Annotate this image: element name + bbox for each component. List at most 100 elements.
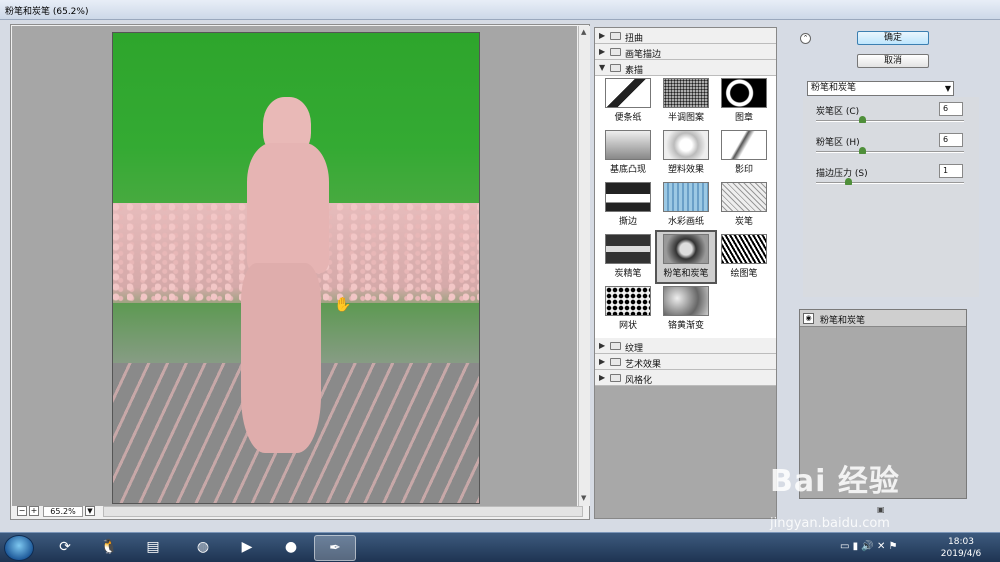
bas-relief-thumb [605,130,651,160]
system-tray-icons[interactable]: ▭ ▮ 🔊 ✕ ⚑ [840,541,897,552]
filter-gallery: ▶ 扭曲 ▶ 画笔描边 ▼ 素描 便条纸 半调图案 图章 基底凸现 塑料效果 影… [594,27,777,519]
preview-horizontal-scrollbar[interactable] [103,506,583,517]
param-label: 炭笔区 (C) [816,107,860,117]
category-distort[interactable]: ▶ 扭曲 [595,28,776,44]
category-label: 画笔描边 [625,50,662,60]
filter-label: 炭笔 [734,217,753,227]
filter-photocopy[interactable]: 影印 [715,128,773,180]
category-artistic[interactable]: ▶ 艺术效果 [595,354,776,370]
folder-icon [610,374,621,382]
stamp-thumb [721,78,767,108]
baidu-watermark: Bai 经验 jingyan.baidu.com [770,456,970,536]
filter-note-paper[interactable]: 便条纸 [599,76,657,128]
filter-bas-relief[interactable]: 基底凸现 [599,128,657,180]
slider-handle[interactable] [859,147,866,154]
folder-open-icon [610,64,621,72]
stroke-pressure-input[interactable]: 1 [939,164,963,178]
charcoal-area-slider[interactable] [816,120,964,122]
file-explorer-icon[interactable]: ▤ [132,535,174,561]
title-bar: 粉笔和炭笔 (65.2%) [0,0,1000,20]
filter-torn-edges[interactable]: 撕边 [599,180,657,232]
firefox-icon[interactable]: ◍ [182,535,224,561]
category-label: 艺术效果 [625,360,662,370]
filter-chalk-charcoal[interactable]: 粉笔和炭笔 [655,230,717,284]
clock[interactable]: 18:03 2019/4/6 [938,536,984,560]
video-app-icon[interactable]: ▶ [226,535,268,561]
charcoal-area-input[interactable]: 6 [939,102,963,116]
scroll-up-icon[interactable]: ▲ [581,28,586,36]
category-sketch[interactable]: ▼ 素描 [595,60,776,76]
filter-stamp[interactable]: 图章 [715,76,773,128]
preview-canvas[interactable]: ✋ [12,26,577,506]
chalk-area-input[interactable]: 6 [939,133,963,147]
folder-icon [610,32,621,40]
filter-charcoal[interactable]: 炭笔 [715,180,773,232]
filter-label: 粉笔和炭笔 [663,269,709,279]
category-brush-strokes[interactable]: ▶ 画笔描边 [595,44,776,60]
filter-water-paper[interactable]: 水彩画纸 [657,180,715,232]
filter-select-value: 粉笔和炭笔 [811,83,857,93]
qq-icon[interactable]: 🐧 [88,535,130,561]
chalk-charcoal-thumb [663,234,709,264]
folder-icon [610,358,621,366]
filter-reticulation[interactable]: 网状 [599,284,657,336]
note-paper-thumb [605,78,651,108]
filter-label: 绘图笔 [730,269,758,279]
category-texture[interactable]: ▶ 纹理 [595,338,776,354]
charcoal-thumb [721,182,767,212]
scroll-down-icon[interactable]: ▼ [581,494,586,502]
collapse-arrow-icon: ▼ [599,63,606,72]
filter-chrome[interactable]: 铬黄渐变 [657,284,715,336]
filter-label: 基底凸现 [609,165,646,175]
filter-label: 铬黄渐变 [667,321,704,331]
param-charcoal-area: 炭笔区 (C) 6 [803,99,979,129]
filter-conte-crayon[interactable]: 炭精笔 [599,232,657,284]
preview-image[interactable] [112,32,480,504]
param-label: 描边压力 (S) [816,169,868,179]
slider-handle[interactable] [845,178,852,185]
start-button[interactable] [4,535,34,561]
photoshop-task-icon[interactable]: ✒ [314,535,356,561]
eye-icon[interactable]: ◉ [803,313,814,324]
filter-label: 图章 [734,113,753,123]
chalk-area-slider[interactable] [816,151,964,153]
zoom-in-button[interactable]: + [29,506,39,516]
clock-date: 2019/4/6 [940,549,982,559]
stroke-pressure-slider[interactable] [816,182,964,184]
settings-panel: ⌃ 确定 取消 粉笔和炭笔 ▼ 炭笔区 (C) 6 粉笔区 (H) 6 描边压力… [797,27,985,517]
category-label: 风格化 [625,376,653,386]
water-paper-thumb [663,182,709,212]
halftone-thumb [663,78,709,108]
graphic-pen-thumb [721,234,767,264]
chevron-down-icon: ▼ [944,84,951,93]
zoom-dropdown-button[interactable]: ▼ [85,506,95,516]
filter-label: 塑料效果 [667,165,704,175]
filter-label: 网状 [618,321,637,331]
filter-graphic-pen[interactable]: 绘图笔 [715,232,773,284]
category-label: 纹理 [625,344,644,354]
filter-label: 半调图案 [667,113,704,123]
filter-halftone-pattern[interactable]: 半调图案 [657,76,715,128]
collapse-gallery-button[interactable]: ⌃ [800,33,811,44]
filter-plaster[interactable]: 塑料效果 [657,128,715,180]
cancel-button[interactable]: 取消 [857,54,929,68]
watermark-logo: Bai 经验 [770,464,900,499]
filter-label: 撕边 [618,217,637,227]
param-chalk-area: 粉笔区 (H) 6 [803,130,979,160]
ok-button[interactable]: 确定 [857,31,929,45]
sketch-filter-thumbnails: 便条纸 半调图案 图章 基底凸现 塑料效果 影印 撕边 水彩画纸 炭笔 炭精笔 … [595,76,776,338]
filter-label: 影印 [734,165,753,175]
category-stylize[interactable]: ▶ 风格化 [595,370,776,386]
reticulation-thumb [605,286,651,316]
preview-vertical-scrollbar[interactable]: ▲ ▼ [578,26,590,506]
slider-handle[interactable] [859,116,866,123]
torn-edges-thumb [605,182,651,212]
zoom-out-button[interactable]: − [17,506,27,516]
record-icon[interactable]: ● [270,535,312,561]
browser-360-icon[interactable]: ⟳ [44,535,86,561]
filter-select[interactable]: 粉笔和炭笔 ▼ [807,81,954,96]
conte-crayon-thumb [605,234,651,264]
expand-arrow-icon: ▶ [599,47,606,56]
expand-arrow-icon: ▶ [599,357,606,366]
effect-layer-row[interactable]: ◉ 粉笔和炭笔 [800,310,966,327]
